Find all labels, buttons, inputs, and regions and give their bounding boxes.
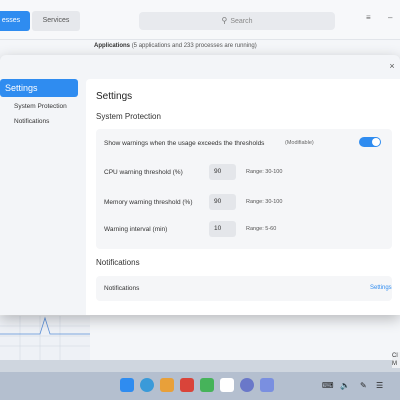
page-title: Settings <box>96 91 133 102</box>
applications-detail: (5 applications and 233 processes are ru… <box>131 43 257 49</box>
warning-interval-range: Range: 5-60 <box>246 226 277 232</box>
app-store-icon[interactable] <box>200 378 214 392</box>
sidebar-item-notifications[interactable]: Notifications <box>0 115 80 129</box>
applications-label: Applications <box>94 43 131 49</box>
monitor-icon[interactable] <box>260 378 274 392</box>
menu-icon[interactable]: ≡ <box>366 13 371 22</box>
notifications-settings-link[interactable]: Settings <box>370 285 392 291</box>
dock: ⌨ 🔈 ✎ ☰ <box>0 372 400 400</box>
settings-sidebar: Settings System Protection Notifications <box>0 55 86 315</box>
notifications-card: Notifications Settings <box>96 276 392 301</box>
warnings-label: Show warnings when the usage exceeds the… <box>104 140 265 147</box>
status-strip <box>0 360 400 372</box>
toggle-knob <box>372 138 380 146</box>
launcher-icon[interactable] <box>120 378 134 392</box>
warnings-hint: (Modifiable) <box>285 140 314 146</box>
warning-interval-input[interactable]: 10 <box>209 221 236 237</box>
settings-dialog: × Settings System Protection Notificatio… <box>0 55 400 315</box>
search-input[interactable]: ⚲ Search <box>139 12 335 30</box>
cpu-threshold-range: Range: 30-100 <box>246 169 283 175</box>
memory-threshold-range: Range: 30-100 <box>246 199 283 205</box>
section-title-system-protection: System Protection <box>96 112 161 121</box>
volume-icon[interactable]: 🔈 <box>340 381 350 390</box>
side-text: Cl M <box>392 352 400 368</box>
search-placeholder: Search <box>230 18 253 25</box>
memory-threshold-input[interactable]: 90 <box>209 194 236 210</box>
cpu-threshold-input[interactable]: 90 <box>209 164 236 180</box>
close-icon[interactable]: × <box>386 60 398 72</box>
warnings-toggle[interactable] <box>359 137 381 147</box>
warning-interval-label: Warning interval (min) <box>104 226 168 233</box>
pen-icon[interactable]: ✎ <box>360 381 367 390</box>
search-icon: ⚲ <box>221 16 228 25</box>
system-protection-card: Show warnings when the usage exceeds the… <box>96 129 392 249</box>
minimize-icon[interactable]: – <box>388 13 392 22</box>
browser-icon[interactable] <box>140 378 154 392</box>
cpu-graph <box>0 316 90 360</box>
applications-summary: Applications (5 applications and 233 pro… <box>94 43 257 49</box>
tab-processes[interactable]: esses <box>0 11 30 31</box>
settings-content: Settings System Protection Show warnings… <box>86 79 400 315</box>
toolbar: esses Services ⚲ Search ≡ – <box>0 0 400 40</box>
clipboard-icon[interactable]: ☰ <box>376 381 383 390</box>
files-icon[interactable] <box>160 378 174 392</box>
photos-icon[interactable] <box>180 378 194 392</box>
notes-icon[interactable] <box>220 378 234 392</box>
cpu-threshold-label: CPU warning threshold (%) <box>104 169 183 176</box>
settings-icon[interactable] <box>240 378 254 392</box>
sidebar-item-settings[interactable]: Settings <box>0 79 78 97</box>
notifications-label: Notifications <box>104 285 140 292</box>
memory-threshold-label: Memory warning threshold (%) <box>104 199 193 206</box>
sidebar-item-system-protection[interactable]: System Protection <box>0 100 80 114</box>
section-title-notifications: Notifications <box>96 258 140 267</box>
keyboard-icon[interactable]: ⌨ <box>322 381 334 390</box>
tab-services[interactable]: Services <box>32 11 80 31</box>
